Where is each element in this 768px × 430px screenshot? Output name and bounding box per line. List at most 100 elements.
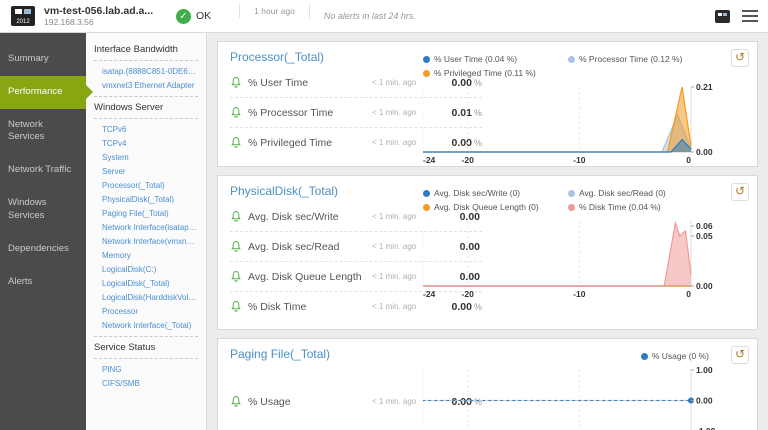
legend-dot [423,189,430,197]
sidebar-item-windows-services[interactable]: Windows Services [0,187,86,233]
svg-text:-20: -20 [462,155,475,165]
sidebar-item-performance[interactable]: Performance [0,75,86,109]
chart-area: % User Time (0.04 %) % Processor Time (0… [422,52,723,170]
device-icon: 2012 [11,6,35,26]
chart-legend: Avg. Disk sec/Write (0) Avg. Disk sec/Re… [423,186,723,214]
svg-text:-10: -10 [573,289,586,299]
metric-name: % Processor Time [248,106,334,119]
timeseries-chart: 0.21 0.00 -24 -20 -10 0 [422,82,713,165]
monitor-link[interactable]: LogicalDisk(_Total) [94,276,198,290]
threshold-bell-icon[interactable] [230,240,242,253]
threshold-bell-icon[interactable] [230,300,242,313]
history-icon[interactable] [731,183,749,201]
metric-time: < 1 min. ago [372,272,417,281]
monitor-link[interactable]: LogicalDisk(HarddiskVolume1) [94,290,198,304]
device-name: vm-test-056.lab.ad.a... [44,5,154,17]
threshold-bell-icon[interactable] [230,210,242,223]
metric-name: % Privileged Time [248,136,333,149]
alerts-summary: No alerts in last 24 hrs. [323,11,416,21]
monitor-link[interactable]: Processor(_Total) [94,178,198,192]
svg-text:0: 0 [686,289,691,299]
monitor-link[interactable]: Memory [94,248,198,262]
metric-time: < 1 min. ago [372,212,417,221]
legend-item: % Privileged Time (0.11 %) [423,66,568,80]
legend-item: Avg. Disk sec/Read (0) [568,186,713,200]
timeseries-chart: 1.000.00-1.00-24-20-100 [422,365,716,430]
device-meta: vm-test-056.lab.ad.a... 192.168.3.56 [44,5,162,27]
metric-time: < 1 min. ago [372,108,417,117]
svg-text:0.05: 0.05 [696,231,713,241]
monitor-link[interactable]: Network Interface(vmxnet3 Et... [94,234,198,248]
monitor-list: Interface Bandwidth isatap.{8888C851-0DE… [86,33,207,430]
chart-area: Avg. Disk sec/Write (0) Avg. Disk sec/Re… [422,186,723,304]
monitor-link[interactable]: System [94,150,198,164]
legend-dot [568,189,575,197]
legend-item: Avg. Disk Queue Length (0) [423,200,568,214]
status-ok-icon [176,8,191,24]
metric-name: % Usage [248,395,291,408]
legend-dot [568,55,575,63]
chart-legend: % Usage (0 %) [423,349,723,363]
top-bar: 2012 vm-test-056.lab.ad.a... 192.168.3.5… [0,0,768,33]
sidebar-item-network-traffic[interactable]: Network Traffic [0,154,86,187]
monitor-link[interactable]: Server [94,164,198,178]
legend-dot [423,55,430,63]
metric-name: Avg. Disk Queue Length [248,270,362,283]
threshold-bell-icon[interactable] [230,136,242,149]
monitor-link[interactable]: Network Interface(isatap.{888... [94,220,198,234]
history-icon[interactable] [731,49,749,67]
legend-item: Avg. Disk sec/Write (0) [423,186,568,200]
svg-text:0.06: 0.06 [696,221,713,231]
threshold-bell-icon[interactable] [230,106,242,119]
metric-time: < 1 min. ago [372,138,417,147]
legend-item: % Processor Time (0.12 %) [568,52,713,66]
threshold-bell-icon[interactable] [230,395,242,408]
monitor-link[interactable]: vmxnet3 Ethernet Adapter [94,78,198,92]
metric-time: < 1 min. ago [372,397,417,406]
metric-time: < 1 min. ago [372,302,417,311]
metric-time: < 1 min. ago [372,78,417,87]
monitor-link[interactable]: PhysicalDisk(_Total) [94,192,198,206]
chart-legend: % User Time (0.04 %) % Processor Time (0… [423,52,723,80]
monitor-section-service-status: Service Status PING CIFS/SMB [94,336,198,390]
server-category-icon[interactable] [715,9,730,23]
monitor-section-title: Service Status [94,337,198,359]
sidebar-item-summary[interactable]: Summary [0,43,86,76]
legend-item: % Disk Time (0.04 %) [568,200,713,214]
status-label: OK [196,10,212,22]
last-polled: 1 hour ago [239,4,310,18]
svg-text:0.21: 0.21 [696,83,713,92]
monitor-link[interactable]: TCPv6 [94,122,198,136]
panel-physicaldisk-total: PhysicalDisk(_Total) Avg. Disk sec/Write… [217,175,758,330]
monitor-section-interface-bandwidth: Interface Bandwidth isatap.{8888C851-0DE… [94,39,198,92]
metric-time: < 1 min. ago [372,242,417,251]
monitor-link[interactable]: Processor [94,304,198,318]
sidebar-item-dependencies[interactable]: Dependencies [0,233,86,266]
monitor-link[interactable]: PING [94,362,198,376]
monitor-link[interactable]: Paging File(_Total) [94,206,198,220]
monitor-link[interactable]: LogicalDisk(C:) [94,262,198,276]
monitor-link[interactable]: TCPv4 [94,136,198,150]
menu-icon[interactable] [742,7,758,25]
legend-dot [423,203,430,211]
metric-name: % Disk Time [248,300,307,313]
device-ip: 192.168.3.56 [44,17,94,27]
sidebar-item-alerts[interactable]: Alerts [0,266,86,299]
device-status: OK [176,8,212,24]
timeseries-chart: 0.060.05 0.00 -24 -20 -10 0 [422,220,713,299]
monitor-section-title: Interface Bandwidth [94,39,198,61]
monitor-link[interactable]: Network Interface(_Total) [94,318,198,332]
monitor-link[interactable]: CIFS/SMB [94,376,198,390]
history-icon[interactable] [731,346,749,364]
threshold-bell-icon[interactable] [230,270,242,283]
metric-name: Avg. Disk sec/Read [248,240,340,253]
metric-name: Avg. Disk sec/Write [248,210,339,223]
sidebar-item-network-services[interactable]: Network Services [0,109,86,155]
legend-item: % Usage (0 %) [640,349,723,363]
threshold-bell-icon[interactable] [230,76,242,89]
monitor-section-title: Windows Server [94,97,198,119]
svg-text:-1.00: -1.00 [696,426,716,430]
monitor-link[interactable]: isatap.{8888C851-0DE6-475C-... [94,64,198,78]
side-nav: Summary Performance Network Services Net… [0,33,86,430]
legend-dot [640,352,648,360]
